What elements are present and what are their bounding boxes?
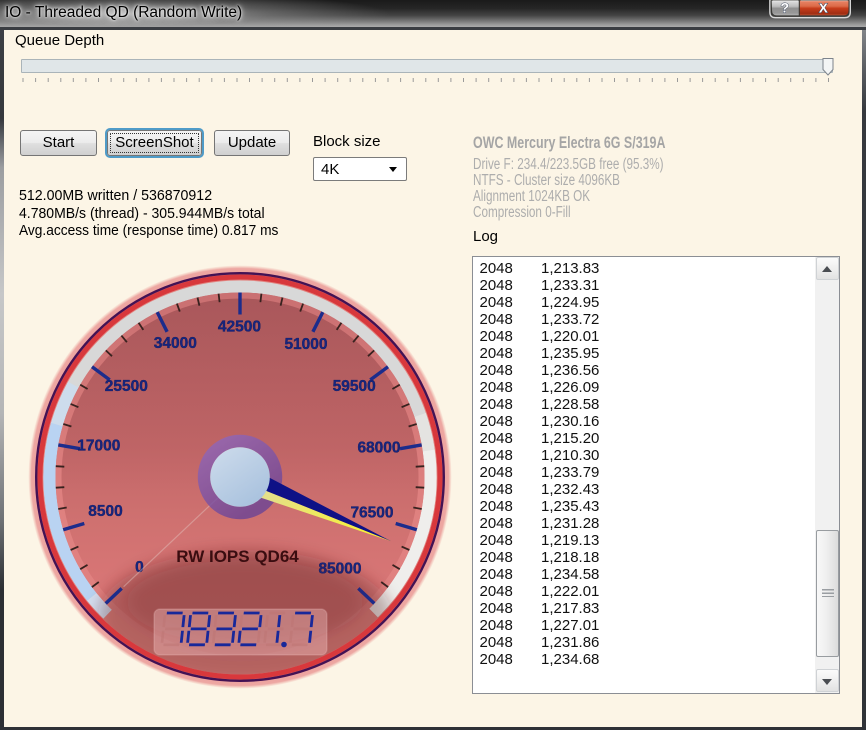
svg-text:0: 0: [135, 559, 144, 576]
svg-text:8500: 8500: [88, 503, 122, 520]
svg-text:25500: 25500: [105, 378, 148, 395]
svg-text:76500: 76500: [350, 505, 393, 522]
svg-text:17000: 17000: [77, 438, 120, 455]
svg-text:59500: 59500: [333, 378, 376, 395]
svg-text:42500: 42500: [218, 319, 261, 336]
svg-text:51000: 51000: [284, 336, 327, 353]
svg-text:RW IOPS QD64: RW IOPS QD64: [176, 547, 299, 566]
svg-text:34000: 34000: [154, 335, 197, 352]
svg-text:68000: 68000: [357, 439, 400, 456]
